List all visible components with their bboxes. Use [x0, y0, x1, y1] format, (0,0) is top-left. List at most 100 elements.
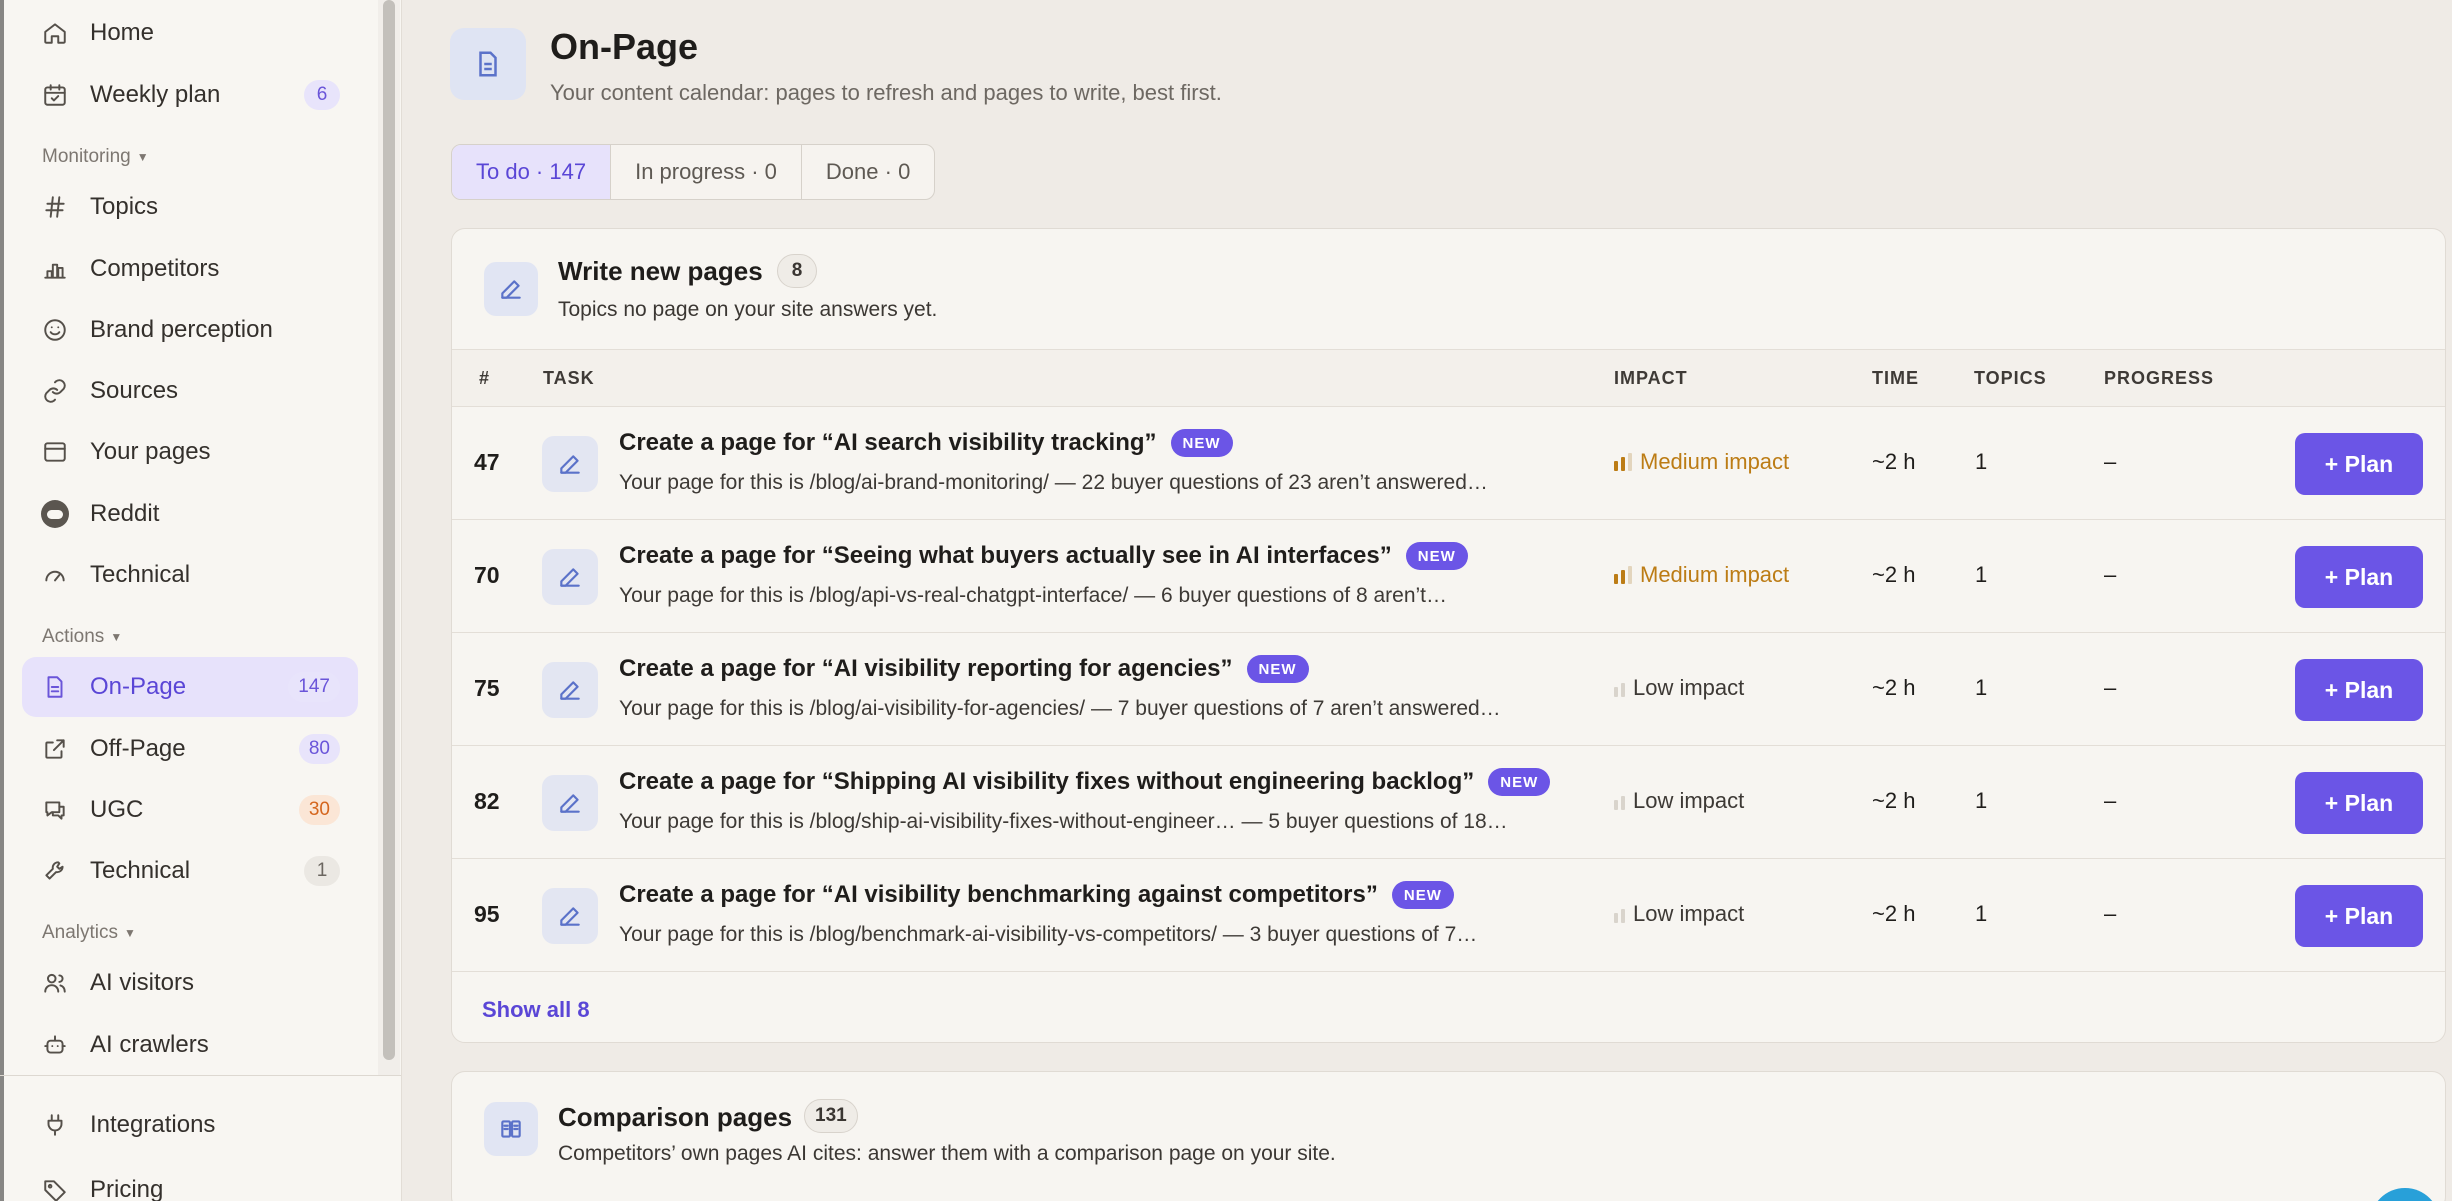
topics-count: 1	[1975, 675, 1988, 700]
count-badge: 6	[304, 80, 340, 110]
sidebar-item-ai-crawlers[interactable]: AI crawlers	[22, 1015, 358, 1075]
column-header-topics: TOPICS	[1974, 368, 2047, 388]
topics-count: 1	[1975, 788, 1988, 813]
task-description: Your page for this is /blog/api-vs-real-…	[619, 584, 1447, 607]
impact-bars-icon	[1614, 792, 1625, 810]
table-row[interactable]: 95 Create a page for “AI visibility benc…	[452, 859, 2445, 972]
table-header: # TASK IMPACT TIME TOPICS PROGRESS	[452, 349, 2445, 407]
hash-icon	[40, 192, 70, 222]
progress-value: –	[2104, 901, 2117, 926]
task-title[interactable]: Create a page for “Shipping AI visibilit…	[619, 768, 1551, 796]
task-title-text: Create a page for “AI search visibility …	[619, 429, 1157, 456]
table-row[interactable]: 47 Create a page for “AI search visibili…	[452, 407, 2445, 520]
document-icon	[479, 51, 497, 77]
row-number: 75	[474, 675, 500, 701]
divider	[0, 1075, 401, 1076]
table-row[interactable]: 75 Create a page for “AI visibility repo…	[452, 633, 2445, 746]
sidebar-item-label: AI crawlers	[90, 1031, 209, 1058]
sidebar-item-reddit[interactable]: Reddit	[22, 484, 358, 544]
tab-done[interactable]: Done · 0	[802, 145, 934, 199]
impact-indicator: Medium impact	[1614, 449, 1789, 475]
task-title[interactable]: Create a page for “AI search visibility …	[619, 429, 1233, 457]
new-badge: NEW	[1488, 768, 1551, 796]
sidebar-item-brand-perception[interactable]: Brand perception	[22, 300, 358, 360]
section-monitoring[interactable]: Monitoring ▼	[42, 146, 149, 168]
reddit-icon	[40, 499, 70, 529]
plan-button[interactable]: + Plan	[2295, 433, 2423, 495]
status-tabs: To do · 147 In progress · 0 Done · 0	[451, 144, 936, 200]
task-title[interactable]: Create a page for “AI visibility benchma…	[619, 881, 1454, 909]
sidebar-item-pricing[interactable]: Pricing	[22, 1160, 358, 1201]
pencil-icon	[484, 262, 538, 316]
new-badge: NEW	[1170, 429, 1233, 457]
browser-icon	[40, 437, 70, 467]
progress-value: –	[2104, 788, 2117, 813]
new-badge: NEW	[1405, 542, 1468, 570]
sidebar-item-on-page[interactable]: On-Page 147	[22, 657, 358, 717]
tab-in-progress[interactable]: In progress · 0	[611, 145, 802, 199]
sidebar-item-label: Sources	[90, 377, 179, 404]
impact-label: Medium impact	[1640, 449, 1790, 474]
sidebar-item-ai-visitors[interactable]: AI visitors	[22, 953, 358, 1013]
topics-count: 1	[1975, 562, 1988, 587]
page-title: On-Page	[550, 26, 699, 67]
plan-button[interactable]: + Plan	[2295, 772, 2423, 834]
sidebar-item-weekly-plan[interactable]: Weekly plan 6	[22, 65, 358, 125]
sidebar-item-off-page[interactable]: Off-Page 80	[22, 719, 358, 779]
sidebar-item-topics[interactable]: Topics	[22, 177, 358, 237]
row-number: 70	[474, 562, 500, 588]
page-icon	[450, 28, 526, 100]
impact-indicator: Low impact	[1614, 675, 1744, 701]
plug-icon	[40, 1110, 70, 1140]
progress-value: –	[2104, 449, 2117, 474]
card-count-badge: 8	[777, 254, 817, 288]
pencil-icon	[542, 775, 598, 831]
home-icon	[40, 18, 70, 48]
card-description: Topics no page on your site answers yet.	[558, 298, 938, 321]
sidebar-item-sources[interactable]: Sources	[22, 361, 358, 421]
section-label: Monitoring	[42, 146, 131, 167]
new-badge: NEW	[1391, 881, 1454, 909]
sidebar-item-label: Home	[90, 19, 155, 46]
impact-indicator: Medium impact	[1614, 562, 1789, 588]
sidebar-item-label: Technical	[90, 561, 191, 588]
count-badge: 30	[298, 795, 340, 825]
sidebar-item-home[interactable]: Home	[22, 3, 358, 63]
task-title-text: Create a page for “Seeing what buyers ac…	[619, 542, 1392, 569]
sidebar-item-label: Reddit	[90, 500, 160, 527]
task-title[interactable]: Create a page for “AI visibility reporti…	[619, 655, 1309, 683]
count-badge: 147	[288, 672, 340, 702]
sidebar-item-integrations[interactable]: Integrations	[22, 1095, 358, 1155]
sidebar-item-label: Technical	[90, 857, 191, 884]
time-estimate: ~2 h	[1872, 675, 1916, 700]
sidebar-scrollbar-thumb[interactable]	[383, 0, 395, 1060]
sidebar-item-label: Integrations	[90, 1111, 216, 1138]
caret-down-icon: ▼	[124, 926, 136, 940]
task-description: Your page for this is /blog/benchmark-ai…	[619, 923, 1478, 946]
plan-button[interactable]: + Plan	[2295, 659, 2423, 721]
write-new-pages-card: Write new pages 8 Topics no page on your…	[451, 228, 2446, 1043]
sidebar-item-competitors[interactable]: Competitors	[22, 239, 358, 299]
show-all-link[interactable]: Show all 8	[482, 997, 590, 1023]
table-row[interactable]: 82 Create a page for “Shipping AI visibi…	[452, 746, 2445, 859]
sidebar-item-technical-actions[interactable]: Technical 1	[22, 841, 358, 901]
impact-label: Low impact	[1633, 788, 1745, 813]
sidebar: Home Weekly plan 6 Monitoring ▼ Topics Co…	[0, 0, 402, 1201]
section-actions[interactable]: Actions ▼	[42, 626, 122, 648]
sidebar-item-technical-monitoring[interactable]: Technical	[22, 545, 358, 605]
table-row[interactable]: 70 Create a page for “Seeing what buyers…	[452, 520, 2445, 633]
sidebar-item-your-pages[interactable]: Your pages	[22, 422, 358, 482]
task-title[interactable]: Create a page for “Seeing what buyers ac…	[619, 542, 1468, 570]
sidebar-item-label: UGC	[90, 796, 144, 823]
section-analytics[interactable]: Analytics ▼	[42, 922, 136, 944]
plan-button[interactable]: + Plan	[2295, 546, 2423, 608]
sidebar-item-label: AI visitors	[90, 969, 195, 996]
plan-button[interactable]: + Plan	[2295, 885, 2423, 947]
progress-value: –	[2104, 562, 2117, 587]
time-estimate: ~2 h	[1872, 562, 1916, 587]
sidebar-item-ugc[interactable]: UGC 30	[22, 780, 358, 840]
pencil-icon	[542, 436, 598, 492]
tab-to-do[interactable]: To do · 147	[452, 145, 612, 199]
row-number: 47	[474, 449, 500, 475]
sidebar-item-label: Weekly plan	[90, 81, 221, 108]
